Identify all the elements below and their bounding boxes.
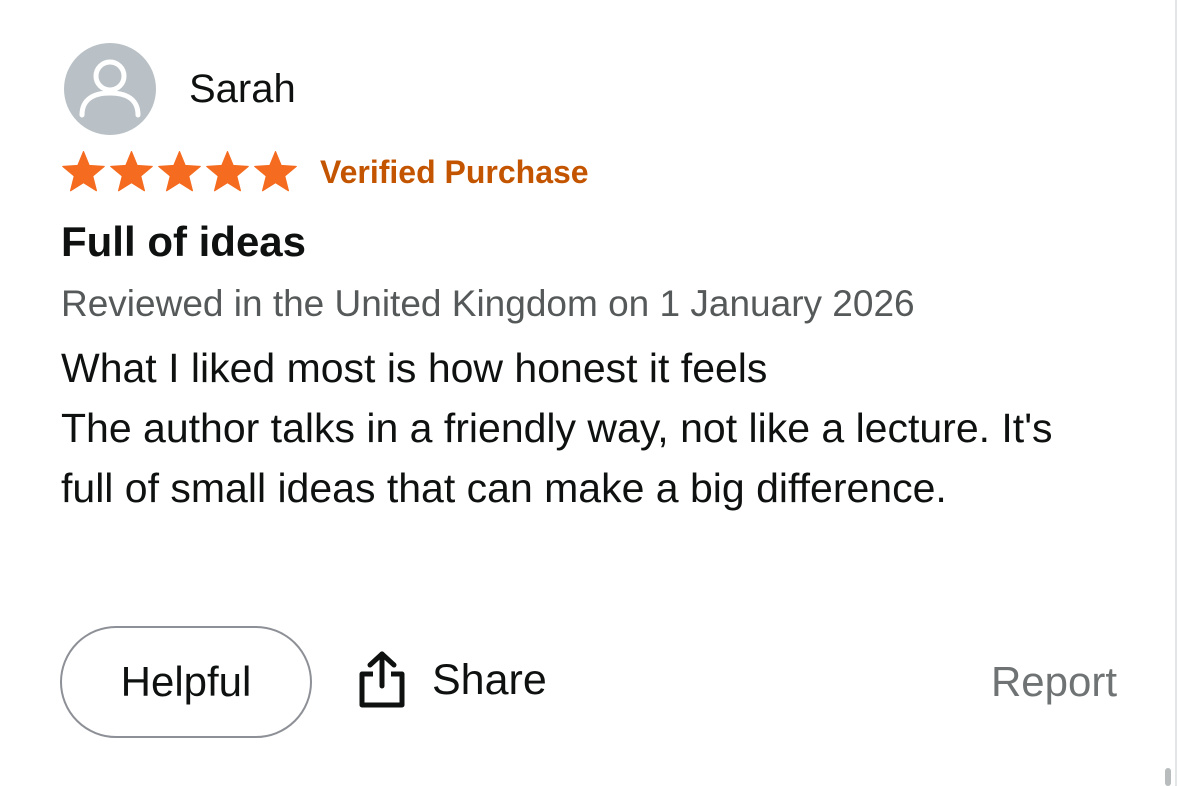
rating-row: Verified Purchase: [60, 150, 589, 195]
scrollbar-thumb[interactable]: [1165, 768, 1171, 786]
star-rating[interactable]: [60, 150, 300, 195]
user-silhouette-icon: [79, 59, 141, 118]
review-body: What I liked most is how honest it feels…: [61, 338, 1071, 518]
share-button[interactable]: Share: [356, 650, 547, 710]
review-body-line: What I liked most is how honest it feels: [61, 345, 768, 391]
reviewer-name[interactable]: Sarah: [189, 67, 296, 112]
star-icon: [110, 150, 153, 192]
star-icon: [254, 150, 297, 192]
review-header: Sarah: [64, 43, 296, 135]
star-icon: [206, 150, 249, 192]
avatar[interactable]: [64, 43, 156, 135]
review-body-line: The author talks in a friendly way, not …: [61, 405, 1053, 511]
star-icon: [158, 150, 201, 192]
panel-divider: [1175, 0, 1177, 786]
review-actions: Helpful Share Report: [60, 626, 1120, 742]
verified-purchase-badge: Verified Purchase: [320, 154, 589, 190]
review-title: Full of ideas: [61, 218, 307, 265]
helpful-button[interactable]: Helpful: [60, 626, 312, 738]
review-meta: Reviewed in the United Kingdom on 1 Janu…: [61, 283, 915, 324]
star-icon: [62, 150, 105, 192]
share-upload-icon: [359, 651, 405, 708]
share-label: Share: [432, 655, 547, 704]
report-link[interactable]: Report: [991, 658, 1117, 706]
review-card: Sarah Verified Purchase Full of ideas Re…: [0, 0, 1179, 786]
